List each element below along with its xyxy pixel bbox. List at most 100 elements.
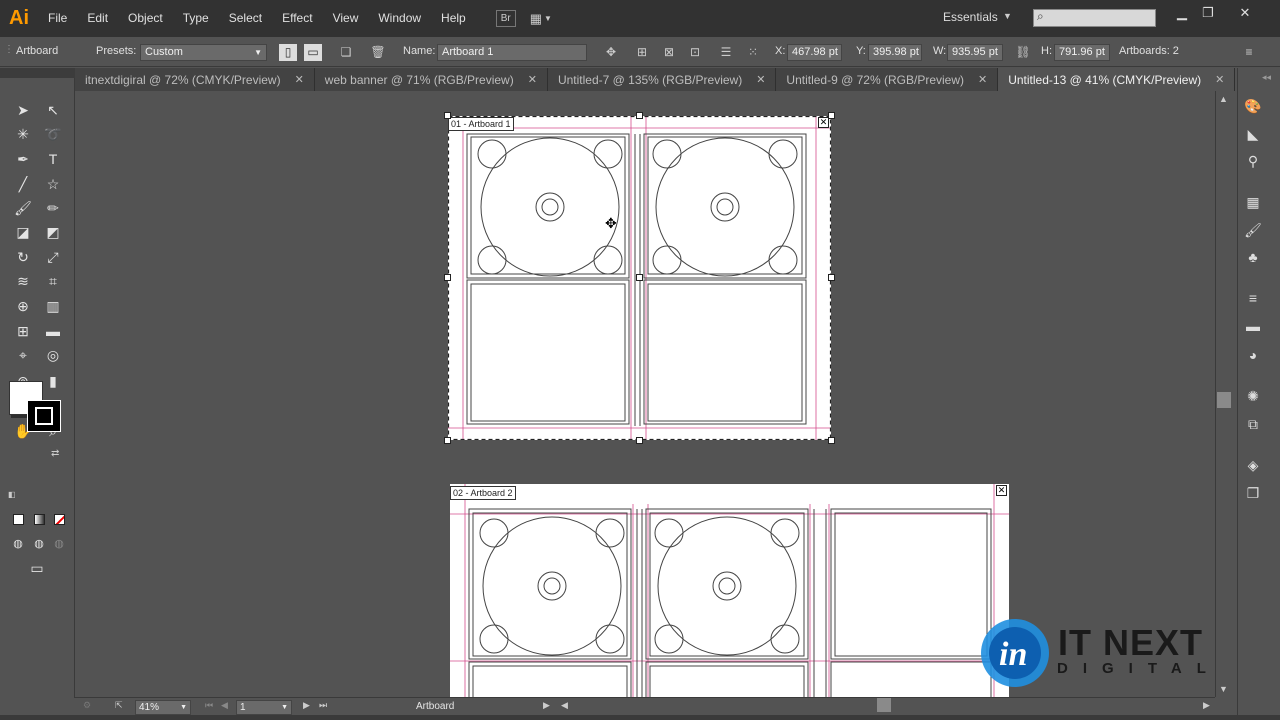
draw-normal-icon[interactable]: ◍ [8,532,28,554]
resize-handle[interactable] [636,112,643,119]
collapse-icon[interactable]: ◂◂ [1262,72,1271,83]
tab-untitled-13[interactable]: Untitled-13 @ 41% (CMYK/Preview) ✕ [998,68,1236,91]
next-artboard-icon[interactable]: ▶ [303,700,310,711]
menu-window[interactable]: Window [368,0,431,37]
menu-edit[interactable]: Edit [77,0,118,37]
close-icon[interactable]: ✕ [1215,73,1224,86]
scroll-left-icon[interactable]: ◀ [561,700,568,711]
layers-panel-icon[interactable]: ◈ [1243,455,1263,475]
resize-handle[interactable] [444,112,451,119]
status-text[interactable]: Artboard [416,701,454,712]
blob-brush-tool-icon[interactable]: ◪ [11,221,35,243]
mesh-tool-icon[interactable]: ⊞ [11,320,35,342]
search-input[interactable] [1033,9,1156,27]
perspective-grid-tool-icon[interactable]: ▥ [41,295,65,317]
shape-builder-tool-icon[interactable]: ⊕ [11,295,35,317]
free-transform-tool-icon[interactable]: ⌗ [41,270,65,292]
close-icon[interactable]: ✕ [295,73,304,86]
gradient-mode-icon[interactable] [29,508,49,530]
close-icon[interactable]: ✕ [756,73,765,86]
width-tool-icon[interactable]: ≋ [11,270,35,292]
move-with-artboard-icon[interactable]: ✥ [602,44,620,61]
paintbrush-tool-icon[interactable]: 🖌 [11,197,35,219]
lasso-tool-icon[interactable]: ➰ [41,123,65,145]
h-input[interactable]: 791.96 pt [1054,44,1110,61]
tab-untitled-7[interactable]: Untitled-7 @ 135% (RGB/Preview) ✕ [548,68,777,91]
selection-tool-icon[interactable]: ➤ [11,99,35,121]
appearance-panel-icon[interactable]: ✺ [1243,386,1263,406]
x-input[interactable]: 467.98 pt [787,44,842,61]
menu-effect[interactable]: Effect [272,0,322,37]
menu-help[interactable]: Help [431,0,476,37]
color-guide-icon[interactable]: ◣ [1243,124,1263,144]
link-icon[interactable]: ⛓ [1014,44,1032,61]
artboard-2-label[interactable]: 02 - Artboard 2 [450,486,516,500]
symbols-panel-icon[interactable]: ♣ [1243,247,1263,267]
menu-view[interactable]: View [323,0,369,37]
color-mode-icon[interactable] [8,508,28,530]
transparency-panel-icon[interactable]: ◕ [1243,345,1263,365]
gradient-panel-icon[interactable]: ▬ [1243,316,1263,336]
resize-handle[interactable] [828,274,835,281]
menu-type[interactable]: Type [173,0,219,37]
menu-file[interactable]: File [38,0,77,37]
artboard-name-input[interactable]: Artboard 1 [437,44,587,61]
new-artboard-icon[interactable]: ❏ [337,44,355,61]
links-panel-icon[interactable]: ⚲ [1243,151,1263,171]
tab-untitled-9[interactable]: Untitled-9 @ 72% (RGB/Preview) ✕ [776,68,999,91]
landscape-icon[interactable]: ▭ [304,44,322,61]
artboard-number-select[interactable]: 1 ▼ [236,700,292,715]
resize-handle[interactable] [444,437,451,444]
artboards-panel-icon[interactable]: ❐ [1243,483,1263,503]
chevron-down-icon[interactable]: ▼ [1003,11,1012,21]
stroke-panel-icon[interactable]: ≡ [1243,288,1263,308]
scroll-down-icon[interactable]: ▼ [1219,684,1228,694]
y-input[interactable]: 395.98 pt [868,44,922,61]
screen-mode-icon[interactable]: ▭ [25,557,49,579]
toolbox-header[interactable] [0,68,75,78]
video-safe-icon[interactable]: ⊡ [686,44,704,61]
tab-web-banner[interactable]: web banner @ 71% (RGB/Preview) ✕ [315,68,548,91]
resize-handle[interactable] [636,274,643,281]
eyedropper-tool-icon[interactable]: ⌖ [11,344,35,366]
presets-select[interactable]: Custom ▼ [140,44,267,61]
status-menu-icon[interactable]: ▶ [543,700,550,711]
last-artboard-icon[interactable]: ⏭ [319,700,327,711]
panel-menu-icon[interactable]: ≡ [1240,44,1258,61]
menu-object[interactable]: Object [118,0,173,37]
first-artboard-icon[interactable]: ⏮ [205,700,213,711]
line-tool-icon[interactable]: ╱ [11,173,35,195]
eraser-tool-icon[interactable]: ◩ [41,221,65,243]
color-panel-icon[interactable]: 🎨 [1243,96,1263,116]
workspace-switcher[interactable]: Essentials [943,10,998,24]
center-mark-icon[interactable]: ⊞ [633,44,651,61]
blend-tool-icon[interactable]: ◎ [41,344,65,366]
swap-colors-icon[interactable]: ⇄ [51,448,59,459]
arrange-documents-button[interactable]: ▦ ▼ [530,11,552,27]
artboard-1-label[interactable]: 01 - Artboard 1 [448,117,514,131]
cross-hairs-icon[interactable]: ⊠ [660,44,678,61]
close-icon[interactable]: ✕ [528,73,537,86]
canvas[interactable]: 01 - Artboard 1 ✕ ✥ 02 - Artboard 2 ✕ [76,91,1215,697]
column-graph-tool-icon[interactable]: ▮ [41,370,65,392]
resize-handle[interactable] [636,437,643,444]
pen-tool-icon[interactable]: ✒ [11,148,35,170]
vertical-scroll-thumb[interactable] [1217,392,1231,408]
resize-handle[interactable] [444,274,451,281]
scroll-right-icon[interactable]: ▶ [1203,700,1210,711]
zoom-select[interactable]: 41% ▼ [135,700,191,715]
close-icon[interactable]: ✕ [996,485,1007,496]
gear-icon[interactable]: ⚙ [83,700,91,711]
none-mode-icon[interactable] [49,508,69,530]
export-icon[interactable]: ⇱ [115,700,123,711]
close-icon[interactable]: ✕ [978,73,987,86]
menu-select[interactable]: Select [219,0,272,37]
w-input[interactable]: 935.95 pt [947,44,1003,61]
direct-selection-tool-icon[interactable]: ↖ [41,99,65,121]
portrait-icon[interactable]: ▯ [279,44,297,61]
scale-tool-icon[interactable]: ⤢ [41,246,65,268]
maximize-icon[interactable]: ❐ [1196,5,1220,21]
default-colors-icon[interactable]: ◧ [8,490,16,499]
scroll-up-icon[interactable]: ▲ [1219,94,1228,104]
gradient-tool-icon[interactable]: ▬ [41,320,65,342]
